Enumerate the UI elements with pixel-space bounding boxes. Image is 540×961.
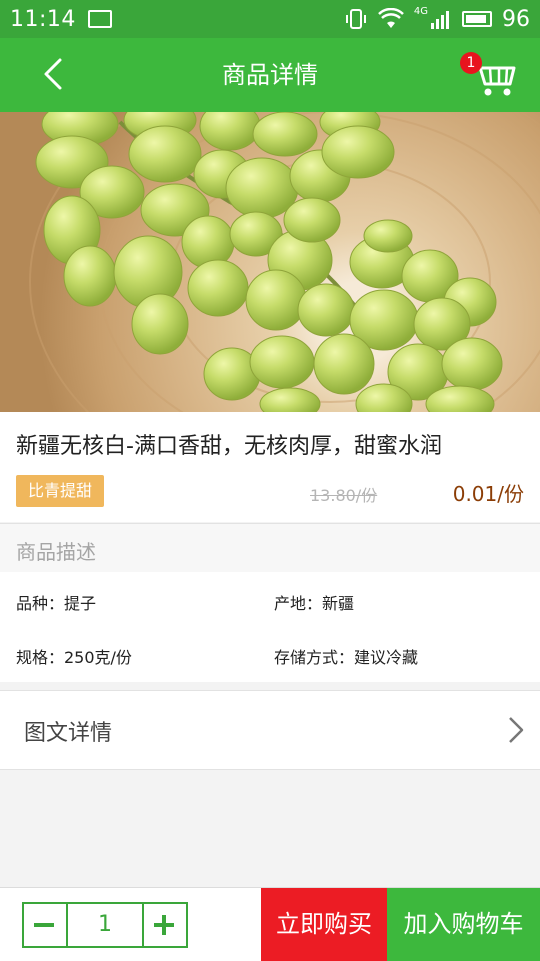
battery-level: 96 — [502, 6, 530, 32]
quantity-stepper: 1 — [22, 902, 188, 948]
product-attributes: 品种：提子 产地：新疆 规格：250克/份 存储方式：建议冷藏 — [0, 572, 540, 682]
attr-storage: 存储方式：建议冷藏 — [274, 648, 419, 667]
page-title: 商品详情 — [222, 61, 318, 89]
signal-icon — [431, 11, 449, 29]
vibrate-icon — [345, 9, 366, 29]
product-name: 新疆无核白-满口香甜，无核肉厚，甜蜜水润 — [16, 434, 442, 459]
add-to-cart-button[interactable]: 加入购物车 — [387, 888, 540, 961]
detail-link-row[interactable]: 图文详情 — [0, 690, 540, 770]
status-bar: 11:14 4G 96 — [0, 0, 540, 38]
cart-badge: 1 — [460, 52, 482, 74]
quantity-value[interactable]: 1 — [68, 904, 142, 946]
grapes-illustration — [29, 112, 540, 412]
original-price: 13.80/份 — [310, 486, 378, 505]
decrease-quantity-button[interactable] — [24, 904, 68, 946]
network-type: 4G — [413, 6, 428, 17]
image-notification-icon — [87, 10, 112, 28]
increase-quantity-button[interactable] — [142, 904, 186, 946]
product-image — [0, 112, 540, 412]
battery-icon — [462, 11, 492, 27]
attr-variety: 品种：提子 — [16, 594, 97, 613]
status-time: 11:14 — [10, 6, 76, 32]
description-heading: 商品描述 — [16, 540, 96, 564]
chevron-right-icon — [509, 717, 524, 743]
attr-origin: 产地：新疆 — [274, 594, 355, 613]
nav-bar: 商品详情 1 — [0, 38, 540, 112]
detail-link-label: 图文详情 — [24, 721, 113, 746]
bottom-action-bar: 1 立即购买 加入购物车 — [0, 887, 540, 961]
product-tag: 比青提甜 — [16, 475, 105, 507]
wifi-icon — [377, 8, 404, 28]
current-price: 0.01/份 — [452, 482, 524, 506]
attr-spec: 规格：250克/份 — [16, 648, 132, 667]
description-header: 商品描述 — [0, 523, 540, 573]
status-icons: 4G 96 — [344, 0, 530, 38]
product-info: 新疆无核白-满口香甜，无核肉厚，甜蜜水润 比青提甜 13.80/份 0.01/份 — [0, 412, 540, 522]
buy-now-button[interactable]: 立即购买 — [261, 888, 387, 961]
